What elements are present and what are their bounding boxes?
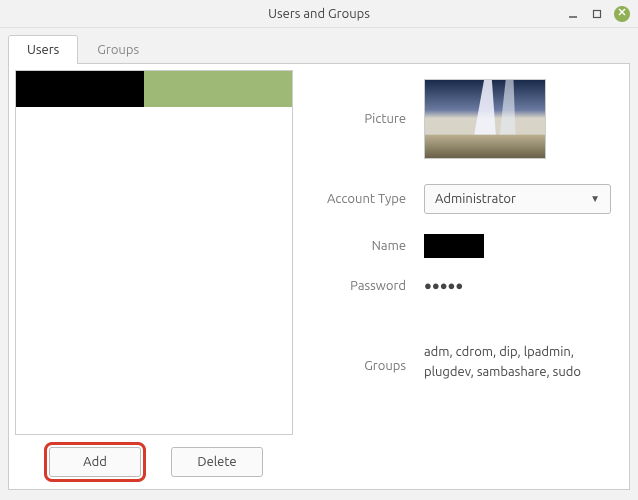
close-button[interactable] bbox=[614, 6, 630, 22]
maximize-button[interactable] bbox=[590, 7, 604, 21]
left-column bbox=[9, 64, 299, 441]
add-button[interactable]: Add bbox=[49, 447, 141, 477]
user-name-redacted bbox=[16, 71, 144, 107]
window-title: Users and Groups bbox=[0, 7, 638, 21]
account-type-select[interactable]: Administrator ▼ bbox=[424, 184, 611, 214]
label-account-type: Account Type bbox=[309, 192, 424, 206]
row-groups: Groups adm, cdrom, dip, lpadmin, plugdev… bbox=[309, 343, 611, 382]
avatar-image bbox=[425, 80, 545, 158]
delete-button[interactable]: Delete bbox=[171, 447, 263, 477]
panel-body: Picture bbox=[9, 64, 629, 441]
name-value-redacted[interactable] bbox=[424, 234, 484, 258]
window-controls bbox=[566, 6, 630, 22]
label-name: Name bbox=[309, 239, 424, 253]
users-groups-window: Users and Groups Users Groups bbox=[0, 0, 638, 500]
chevron-down-icon: ▼ bbox=[590, 193, 600, 205]
picture-preview[interactable] bbox=[424, 79, 546, 159]
button-row: Add Delete bbox=[9, 441, 629, 489]
row-account-type: Account Type Administrator ▼ bbox=[309, 184, 611, 214]
row-password: Password ●●●●● bbox=[309, 278, 611, 293]
label-picture: Picture bbox=[309, 112, 424, 126]
content-area: Users Groups Picture bbox=[0, 28, 638, 500]
label-password: Password bbox=[309, 279, 424, 293]
minimize-button[interactable] bbox=[566, 7, 580, 21]
user-list[interactable] bbox=[15, 70, 293, 435]
groups-value: adm, cdrom, dip, lpadmin, plugdev, samba… bbox=[424, 343, 611, 382]
tab-users[interactable]: Users bbox=[8, 35, 78, 64]
row-picture: Picture bbox=[309, 74, 611, 164]
account-type-value: Administrator bbox=[435, 192, 516, 206]
tab-groups[interactable]: Groups bbox=[78, 35, 158, 64]
right-column: Picture bbox=[299, 64, 629, 441]
titlebar: Users and Groups bbox=[0, 0, 638, 28]
row-name: Name bbox=[309, 234, 611, 258]
label-groups: Groups bbox=[309, 353, 424, 373]
password-value[interactable]: ●●●●● bbox=[424, 278, 463, 293]
tab-bar: Users Groups bbox=[8, 34, 630, 64]
user-list-item-selected[interactable] bbox=[16, 71, 292, 107]
tab-panel: Picture bbox=[8, 64, 630, 490]
